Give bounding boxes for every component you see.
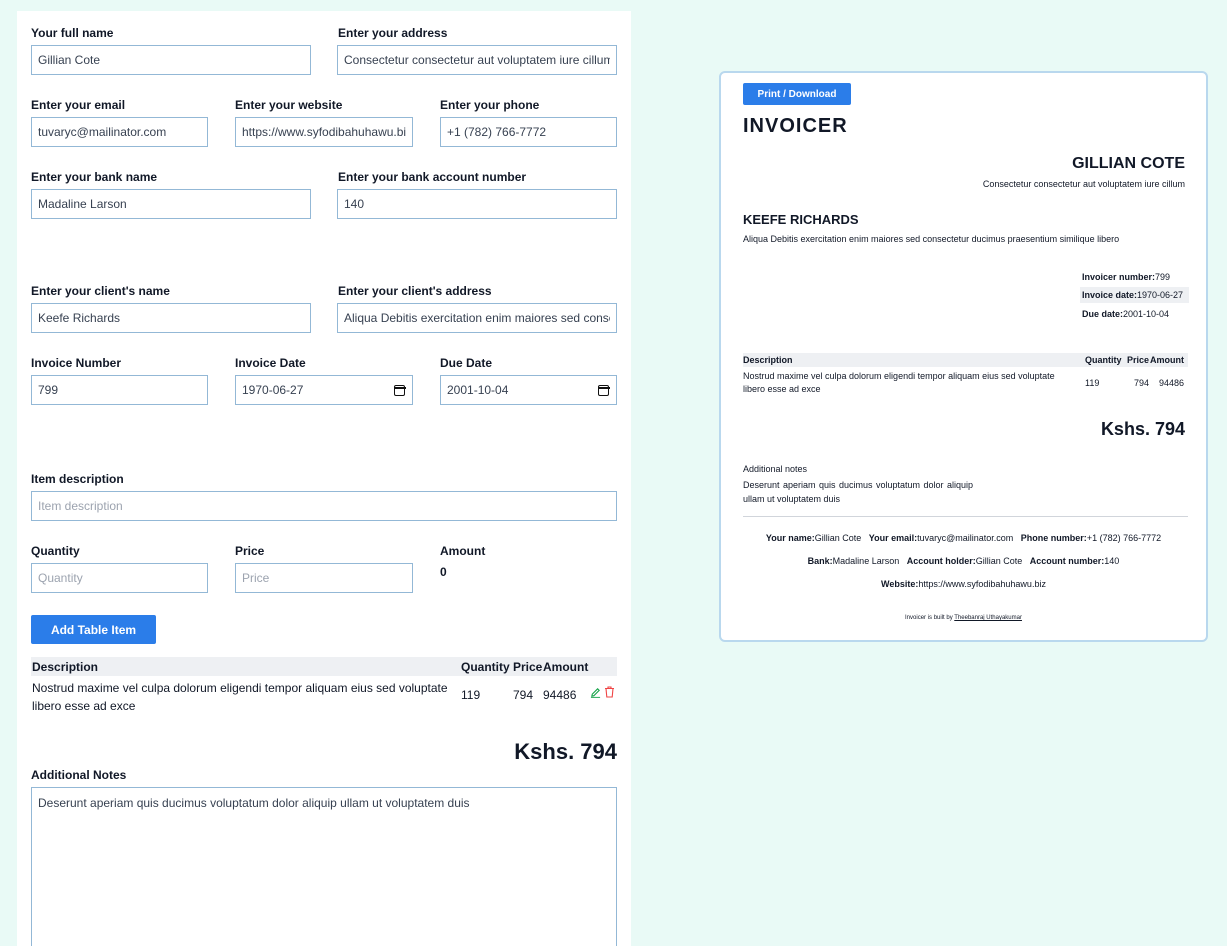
table-header-description: Description xyxy=(32,660,99,674)
edit-icon[interactable] xyxy=(590,687,601,698)
preview-client-name: KEEFE RICHARDS xyxy=(743,212,859,227)
quantity-input[interactable] xyxy=(31,563,208,593)
additional-notes-label: Additional Notes xyxy=(31,768,127,782)
item-description-input[interactable] xyxy=(31,491,617,521)
invoice-date-input[interactable] xyxy=(235,375,413,405)
email-input[interactable] xyxy=(31,117,208,147)
due-date-label: Due Date xyxy=(440,356,493,370)
client-name-label: Enter your client's name xyxy=(31,284,170,298)
preview-cell-description: Nostrud maxime vel culpa dolorum eligend… xyxy=(743,371,1055,394)
address-input[interactable] xyxy=(337,45,617,75)
client-name-input[interactable] xyxy=(31,303,311,333)
website-input[interactable] xyxy=(235,117,413,147)
phone-label: Enter your phone xyxy=(440,98,540,112)
preview-sender-name: GILLIAN COTE xyxy=(1072,155,1185,172)
table-cell-amount: 94486 xyxy=(543,688,577,702)
quantity-label: Quantity xyxy=(31,544,80,558)
preview-credit: Invoicer is built by Theebanraj Uthayaku… xyxy=(905,615,1022,621)
preview-total: Kshs. 794 xyxy=(1100,419,1185,439)
price-input[interactable] xyxy=(235,563,413,593)
preview-cell-amount: 94486 xyxy=(1159,378,1185,388)
invoice-date-label: Invoice Date xyxy=(235,356,306,370)
print-download-button[interactable]: Print / Download xyxy=(743,83,851,105)
address-label: Enter your address xyxy=(338,26,448,40)
table-cell-quantity: 119 xyxy=(461,688,481,702)
bank-name-input[interactable] xyxy=(31,189,311,219)
preview-notes: Deserunt aperiam quis ducimus voluptatum… xyxy=(743,480,973,504)
preview-cell-price: 794 xyxy=(1134,378,1150,388)
table-header-amount: Amount xyxy=(543,660,589,674)
price-label: Price xyxy=(235,544,265,558)
invoice-number-label: Invoice Number xyxy=(31,356,122,370)
client-address-input[interactable] xyxy=(337,303,617,333)
calendar-icon[interactable] xyxy=(597,385,610,396)
divider xyxy=(743,516,1188,517)
bank-account-input[interactable] xyxy=(337,189,617,219)
preview-invoice-number: Invoicer number:799 xyxy=(1082,272,1171,282)
preview-invoice-date: Invoice date:1970-06-27 xyxy=(1080,287,1189,303)
email-label: Enter your email xyxy=(31,98,126,112)
bank-name-label: Enter your bank name xyxy=(31,170,158,184)
preview-client-address: Aliqua Debitis exercitation enim maiores… xyxy=(743,234,1120,244)
trash-icon[interactable] xyxy=(604,686,615,698)
preview-contact-line: Your name:Gillian Cote Your email:tuvary… xyxy=(765,533,1162,543)
amount-label: Amount xyxy=(440,544,486,558)
preview-header-quantity: Quantity xyxy=(1085,355,1122,365)
add-table-item-button[interactable]: Add Table Item xyxy=(31,615,156,644)
preview-bank-line: Bank:Madaline Larson Account holder:Gill… xyxy=(807,556,1120,566)
preview-due-date: Due date:2001-10-04 xyxy=(1082,309,1170,319)
preview-header-amount: Amount xyxy=(1150,355,1184,365)
website-label: Enter your website xyxy=(235,98,343,112)
table-header-price: Price xyxy=(513,660,543,674)
preview-cell-quantity: 119 xyxy=(1085,378,1100,388)
preview-website-line: Website:https://www.syfodibahuhawu.biz xyxy=(881,579,1046,589)
author-link[interactable]: Theebanraj Uthayakumar xyxy=(954,615,1022,621)
preview-header-description: Description xyxy=(743,355,793,365)
table-cell-description: Nostrud maxime vel culpa dolorum eligend… xyxy=(32,681,448,713)
calendar-icon[interactable] xyxy=(393,385,406,396)
invoice-total: Kshs. 794 xyxy=(514,739,617,764)
bank-account-label: Enter your bank account number xyxy=(338,170,527,184)
due-date-input[interactable] xyxy=(440,375,617,405)
additional-notes-textarea[interactable]: Deserunt aperiam quis ducimus voluptatum… xyxy=(31,787,617,946)
preview-notes-heading: Additional notes xyxy=(743,464,808,474)
phone-input[interactable] xyxy=(440,117,617,147)
invoice-number-input[interactable] xyxy=(31,375,208,405)
brand-title: INVOICER xyxy=(743,115,848,137)
preview-sender-address: Consectetur consectetur aut voluptatem i… xyxy=(982,179,1185,189)
table-header-quantity: Quantity xyxy=(461,660,510,674)
client-address-label: Enter your client's address xyxy=(338,284,492,298)
item-description-label: Item description xyxy=(31,472,124,486)
table-cell-price: 794 xyxy=(513,688,534,702)
full-name-label: Your full name xyxy=(31,26,114,40)
amount-value: 0 xyxy=(440,565,447,579)
preview-header-price: Price xyxy=(1127,355,1150,365)
invoice-preview: Print / Download INVOICER GILLIAN COTE C… xyxy=(719,71,1208,642)
full-name-input[interactable] xyxy=(31,45,311,75)
